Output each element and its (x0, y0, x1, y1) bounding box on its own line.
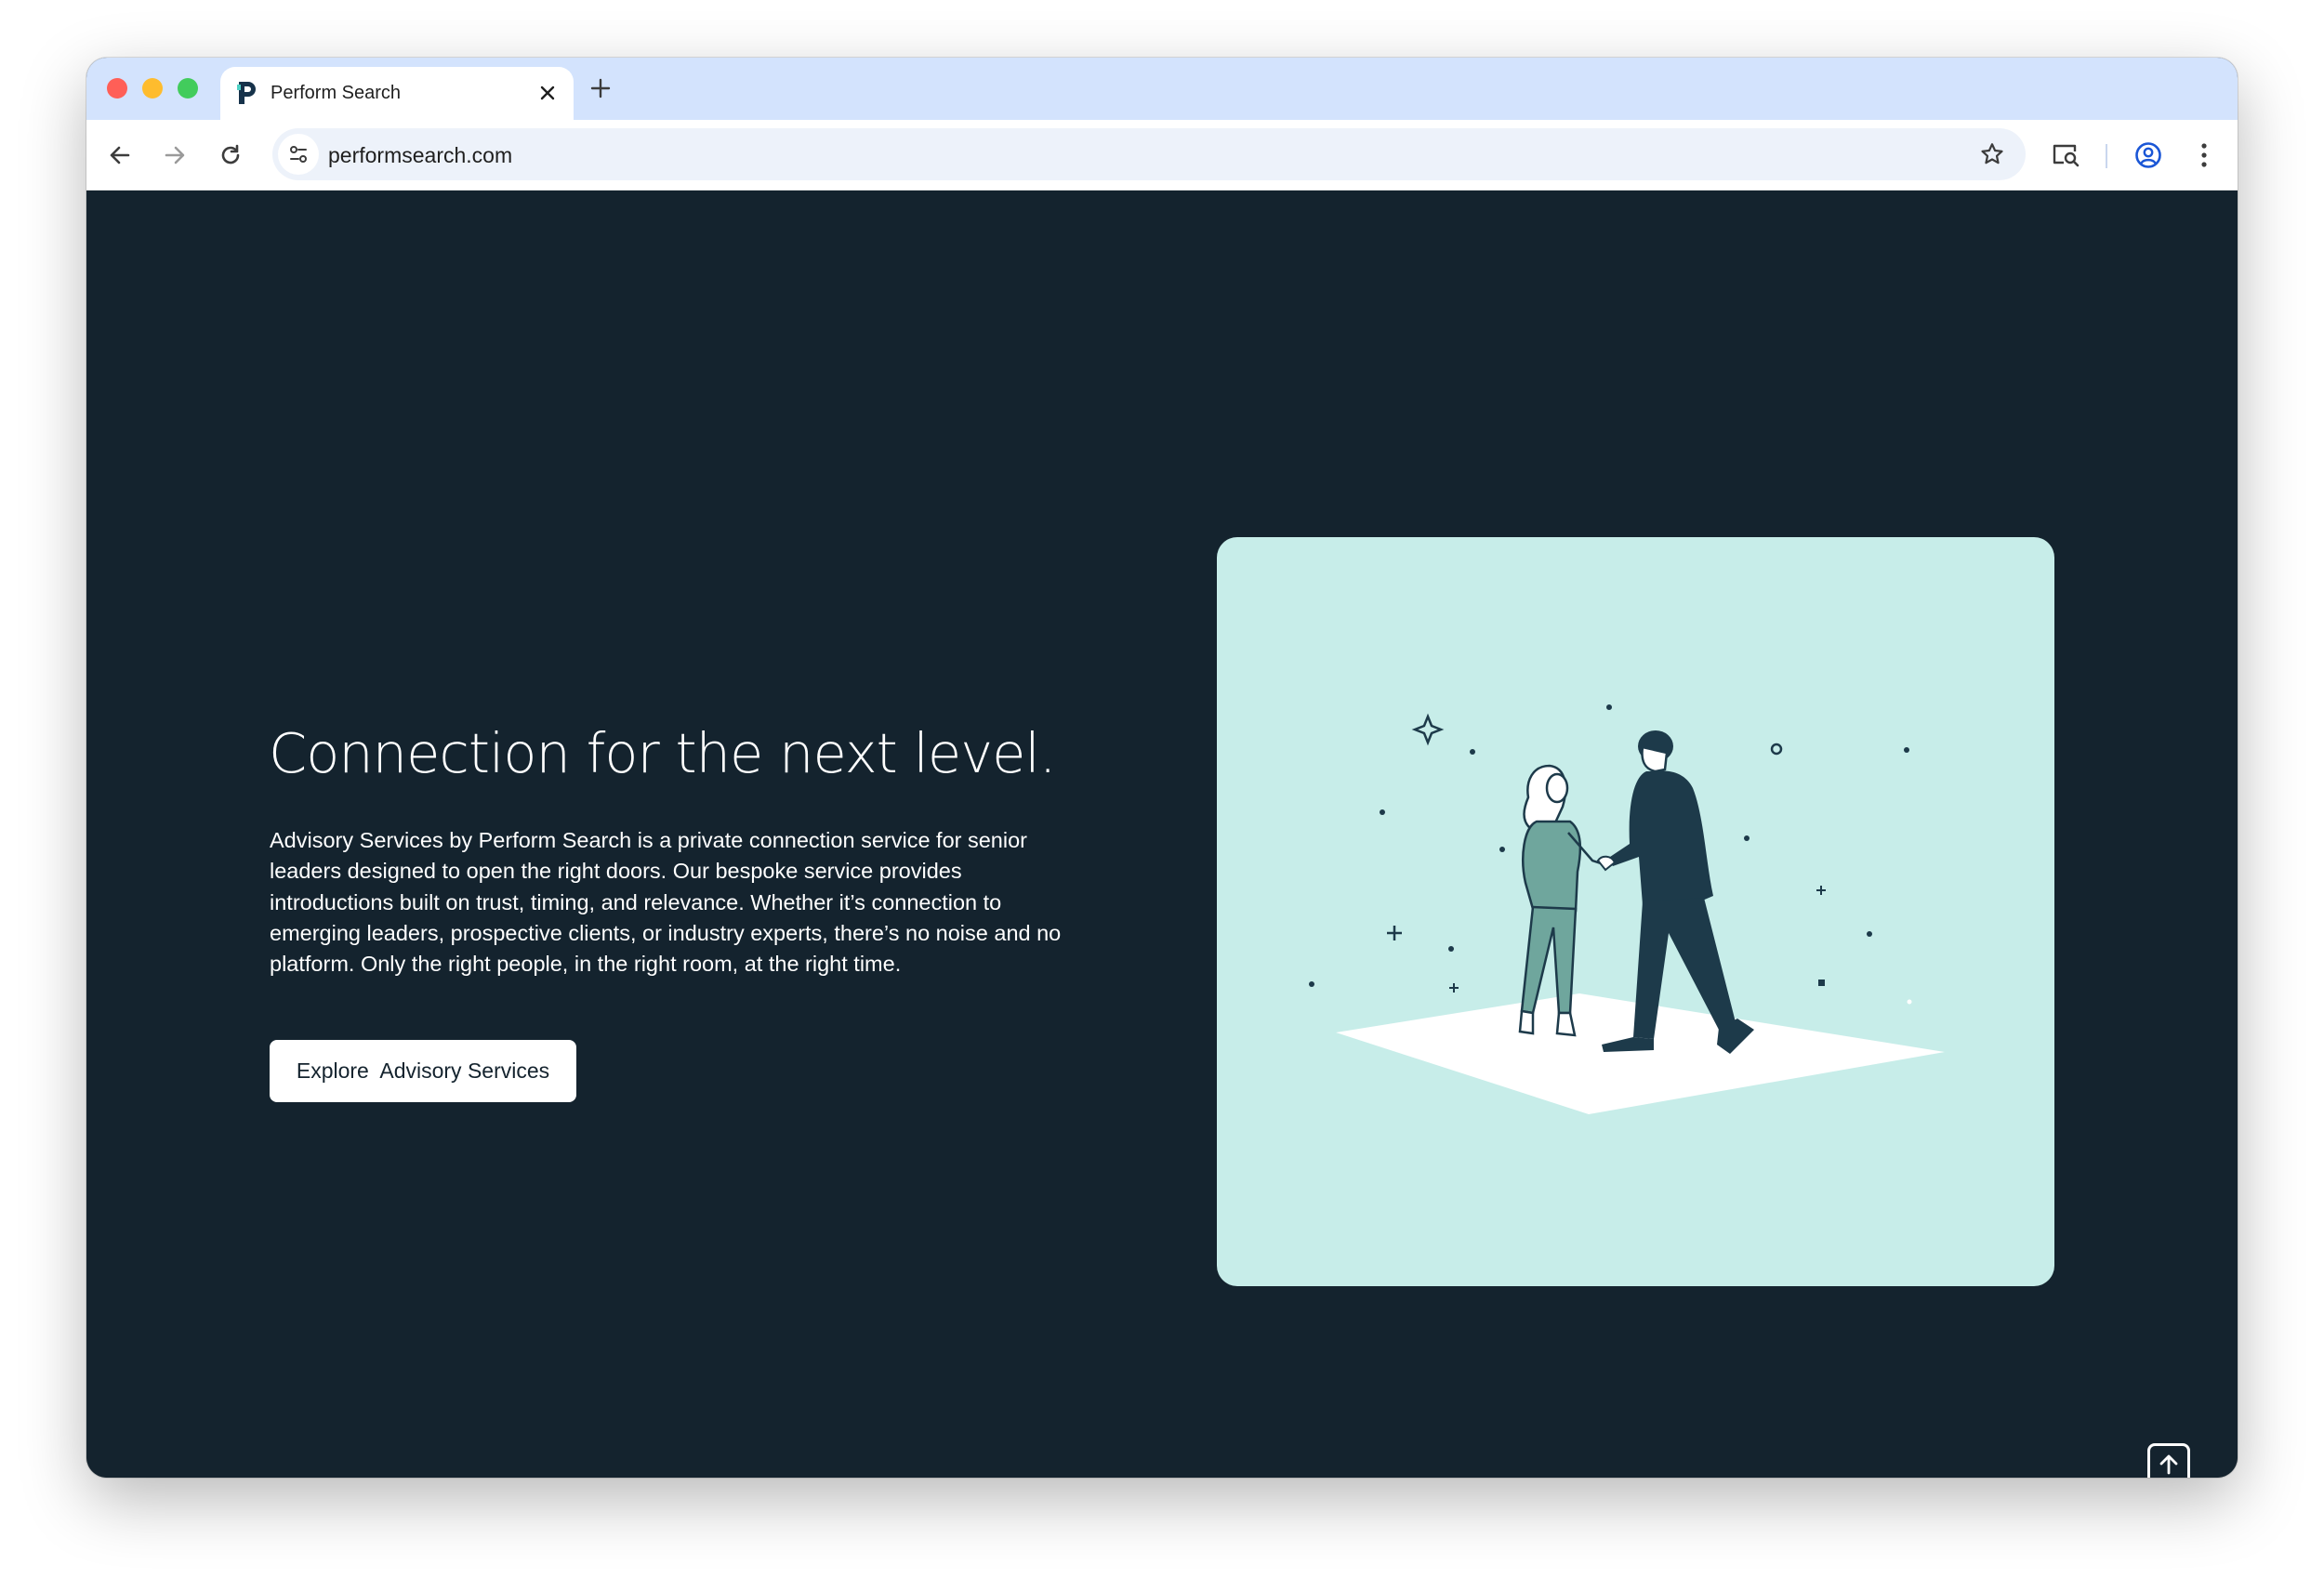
browser-toolbar: performsearch.com (86, 120, 2238, 191)
close-tab-icon[interactable] (535, 80, 561, 106)
star-icon[interactable] (1975, 138, 2009, 171)
profile-icon[interactable] (2132, 138, 2165, 172)
hero-description: Advisory Services by Perform Search is a… (270, 828, 1062, 977)
forward-arrow-icon[interactable] (158, 138, 191, 172)
tab-perform-search[interactable]: Perform Search (220, 67, 574, 120)
tab-strip: Perform Search (86, 58, 2238, 120)
site-favicon-icon (235, 80, 259, 106)
woman-figure (1518, 764, 1604, 1037)
explore-advisory-services-button[interactable]: Explore Advisory Services (270, 1040, 576, 1102)
tune-icon[interactable] (278, 134, 319, 175)
close-window-button[interactable] (107, 78, 127, 99)
lens-search-icon[interactable] (2049, 138, 2082, 172)
browser-window: Perform Search performsearch.com Connect… (86, 58, 2238, 1478)
tab-title: Perform Search (271, 83, 402, 103)
kebab-menu-icon[interactable] (2187, 138, 2221, 172)
reload-icon[interactable] (214, 138, 247, 172)
sparkle-decorations (1309, 704, 1912, 1005)
maximize-window-button[interactable] (178, 78, 198, 99)
toolbar-divider (2106, 144, 2107, 168)
arrow-up-icon (2159, 1454, 2178, 1475)
url-text: performsearch.com (328, 143, 513, 167)
address-bar[interactable]: performsearch.com (272, 128, 2026, 180)
scroll-to-top-button[interactable] (2147, 1443, 2190, 1478)
minimize-window-button[interactable] (142, 78, 163, 99)
handshake-illustration (1217, 537, 2054, 1286)
back-arrow-icon[interactable] (103, 138, 137, 172)
hero-headline: Connection for the next level. (269, 721, 1057, 785)
page-content: Connection for the next level. Advisory … (86, 191, 2238, 1478)
new-tab-icon[interactable] (585, 72, 616, 104)
